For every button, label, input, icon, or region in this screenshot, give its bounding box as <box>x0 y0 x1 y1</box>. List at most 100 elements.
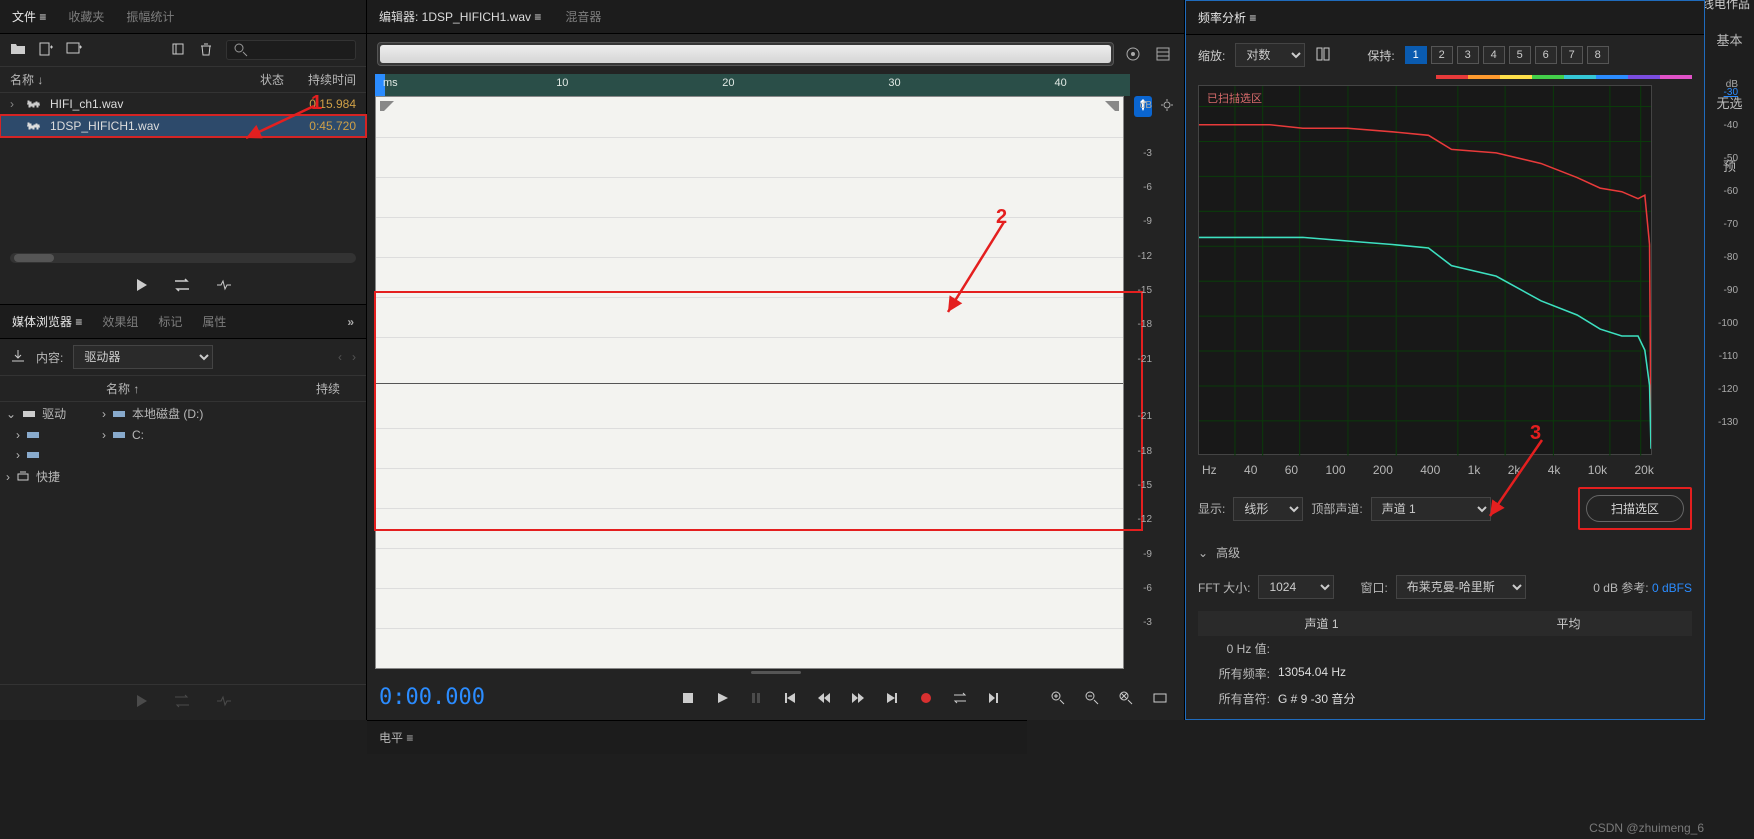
hold-button-6[interactable]: 6 <box>1535 46 1557 64</box>
nav-track[interactable] <box>377 42 1114 66</box>
info-tab-channel[interactable]: 声道 1 <box>1198 611 1445 636</box>
record-button[interactable] <box>914 686 938 710</box>
zoom-target-icon[interactable] <box>1122 44 1144 64</box>
time-ruler[interactable]: ms 10 20 30 40 <box>375 74 1130 96</box>
new-multitrack-icon[interactable] <box>66 41 82 60</box>
tab-amplitude-stats[interactable]: 振幅统计 <box>126 8 174 25</box>
pause-button[interactable] <box>744 686 768 710</box>
import-icon[interactable] <box>170 41 186 60</box>
skip-button[interactable] <box>982 686 1006 710</box>
waveform-icon <box>22 98 50 110</box>
info-table: 声道 1 平均 0 Hz 值: 所有频率:13054.04 Hz 所有音符:G … <box>1198 611 1692 711</box>
freq-tabs: 频率分析 ≡ <box>1186 1 1704 35</box>
display-controls: 显示: 线形 顶部声道: 声道 1 扫描选区 <box>1186 479 1704 538</box>
rewind-button[interactable] <box>812 686 836 710</box>
tab-effects[interactable]: 效果组 <box>102 313 138 330</box>
tab-editor[interactable]: 编辑器: 1DSP_HIFICH1.wav ≡ <box>379 8 541 25</box>
expand-icon[interactable]: › <box>10 97 22 111</box>
files-scrollbar[interactable] <box>10 253 356 263</box>
hold-button-1[interactable]: 1 <box>1405 46 1427 64</box>
import-media-icon[interactable] <box>10 348 26 367</box>
advanced-toggle[interactable]: ⌄ 高级 <box>1186 538 1704 567</box>
tab-properties[interactable]: 属性 <box>202 313 226 330</box>
fft-select[interactable]: 1024 <box>1258 575 1334 599</box>
tree-disk-d[interactable]: ›本地磁盘 (D:) <box>96 402 366 425</box>
tab-frequency-analysis[interactable]: 频率分析 ≡ <box>1198 9 1256 26</box>
zoom-select[interactable]: 对数 <box>1235 43 1305 67</box>
files-search[interactable] <box>226 40 356 60</box>
ref-link[interactable]: 0 dBFS <box>1652 581 1692 595</box>
link-channels-icon[interactable] <box>1315 46 1331 65</box>
file-name: HIFI_ch1.wav <box>50 97 276 111</box>
tab-favorites[interactable]: 收藏夹 <box>68 8 104 25</box>
fade-in-handle[interactable] <box>380 101 394 115</box>
col-dur[interactable]: 持续 <box>316 380 356 397</box>
hold-button-3[interactable]: 3 <box>1457 46 1479 64</box>
play-icon[interactable] <box>133 277 149 296</box>
more-tabs-icon[interactable]: » <box>347 315 354 329</box>
media-tree: ⌄驱动 › › ›快捷 ›本地磁盘 (D:) ›C: <box>0 402 366 488</box>
new-file-icon[interactable] <box>38 41 54 60</box>
tab-media-browser[interactable]: 媒体浏览器 ≡ <box>12 313 82 330</box>
waveform-canvas[interactable] <box>375 96 1124 669</box>
stop-button[interactable] <box>676 686 700 710</box>
tab-markers[interactable]: 标记 <box>158 313 182 330</box>
topch-select[interactable]: 声道 1 <box>1371 497 1491 521</box>
zoom-in-icon[interactable] <box>1046 686 1070 710</box>
tab-files[interactable]: 文件 ≡ <box>12 8 46 25</box>
tree-shortcuts[interactable]: ›快捷 <box>0 465 96 488</box>
hold-button-5[interactable]: 5 <box>1509 46 1531 64</box>
col-name[interactable]: 名称 ↓ <box>10 71 236 88</box>
spectrum-plot[interactable]: 已扫描选区 <box>1198 85 1652 455</box>
loop-button[interactable] <box>948 686 972 710</box>
zoom-selection-icon[interactable] <box>1148 686 1172 710</box>
go-end-button[interactable] <box>880 686 904 710</box>
file-row-selected[interactable]: 1DSP_HIFICH1.wav 0:45.720 <box>0 115 366 137</box>
file-duration: 0:15.984 <box>276 97 356 111</box>
delete-icon[interactable] <box>198 41 214 60</box>
zoom-full-icon[interactable] <box>1152 44 1174 64</box>
play-icon[interactable] <box>133 693 149 712</box>
tab-mixer[interactable]: 混音器 <box>565 8 601 25</box>
row-all-freq: 所有频率:13054.04 Hz <box>1198 661 1692 686</box>
play-button[interactable] <box>710 686 734 710</box>
files-header: 名称 ↓ 状态 持续时间 <box>0 67 366 93</box>
forward-button[interactable] <box>846 686 870 710</box>
nav-fwd-icon[interactable]: › <box>352 350 356 364</box>
window-select[interactable]: 布莱克曼-哈里斯 <box>1396 575 1526 599</box>
levels-panel[interactable]: 电平 ≡ <box>367 720 1027 754</box>
collapsed-tab-basic[interactable]: 基本 <box>1716 30 1742 49</box>
loop-icon[interactable] <box>173 693 191 712</box>
info-tab-average[interactable]: 平均 <box>1445 611 1692 636</box>
loop-icon[interactable] <box>173 277 191 296</box>
open-file-icon[interactable] <box>10 41 26 60</box>
zoom-out-icon[interactable] <box>1080 686 1104 710</box>
fft-label: FFT 大小: <box>1198 579 1250 596</box>
files-play-controls <box>0 269 366 304</box>
tree-disk-c[interactable]: ›C: <box>96 425 366 445</box>
nav-back-icon[interactable]: ‹ <box>338 350 342 364</box>
zoom-fit-icon[interactable] <box>1114 686 1138 710</box>
show-select[interactable]: 线形 <box>1233 497 1303 521</box>
col-duration[interactable]: 持续时间 <box>284 71 356 88</box>
scan-selection-button[interactable]: 扫描选区 <box>1586 495 1684 522</box>
tree-item[interactable]: › <box>0 445 96 465</box>
hold-button-7[interactable]: 7 <box>1561 46 1583 64</box>
col-name[interactable]: 名称 ↑ <box>106 380 316 397</box>
file-row[interactable]: › HIFI_ch1.wav 0:15.984 <box>0 93 366 115</box>
tree-item[interactable]: › <box>0 425 96 445</box>
fade-out-handle[interactable] <box>1105 101 1119 115</box>
hold-button-8[interactable]: 8 <box>1587 46 1609 64</box>
col-status[interactable]: 状态 <box>236 71 284 88</box>
go-start-button[interactable] <box>778 686 802 710</box>
autoplay-icon[interactable] <box>215 693 233 712</box>
hold-button-4[interactable]: 4 <box>1483 46 1505 64</box>
media-header: 名称 ↑ 持续 <box>0 375 366 402</box>
timecode[interactable]: 0:00.000 <box>379 685 485 710</box>
content-select[interactable]: 驱动器 <box>73 345 213 369</box>
spectrum-svg <box>1199 86 1651 456</box>
autoplay-icon[interactable] <box>215 277 233 296</box>
hold-button-2[interactable]: 2 <box>1431 46 1453 64</box>
topch-label: 顶部声道: <box>1311 500 1362 517</box>
tree-drives[interactable]: ⌄驱动 <box>0 402 96 425</box>
